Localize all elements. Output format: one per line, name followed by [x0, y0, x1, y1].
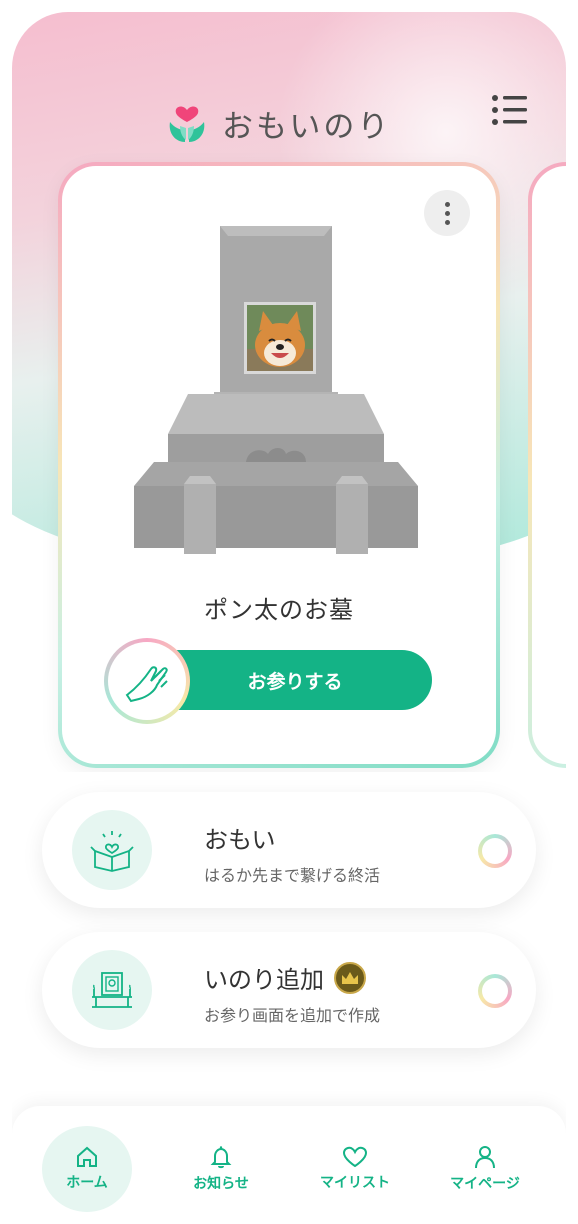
person-icon	[475, 1146, 495, 1169]
grave-card: ポン太のお墓 お参りする	[58, 162, 500, 768]
feature-icon-circle	[72, 810, 152, 890]
tab-home[interactable]: ホーム	[42, 1126, 132, 1212]
praying-hands-icon	[125, 666, 168, 703]
feature-subtitle: はるか先まで繋げる終活	[204, 866, 381, 885]
feature-indicator-ring	[478, 834, 512, 868]
feature-icon-circle	[72, 950, 152, 1030]
app-screen: おもいのり ポン太のお墓 お参りする おもい はるか先まで繋げる終活 いのり追加…	[12, 12, 566, 1224]
bell-icon	[210, 1146, 232, 1169]
gift-box-heart-icon	[90, 831, 134, 872]
feature-subtitle: お参り画面を追加で作成	[204, 1006, 381, 1025]
bottom-tab-bar: ホーム お知らせ マイリスト マイページ	[12, 1106, 566, 1224]
shiba-dog-photo-icon	[247, 305, 313, 371]
list-menu-icon	[492, 95, 527, 125]
feature-title-text: おもい	[204, 826, 276, 854]
home-icon	[77, 1146, 97, 1167]
hero-section: おもいのり ポン太のお墓 お参りする	[12, 12, 566, 772]
crown-icon	[334, 961, 366, 994]
tab-label: マイリスト	[320, 1175, 390, 1191]
heart-icon	[342, 1146, 368, 1168]
tab-mylist[interactable]: マイリスト	[310, 1126, 400, 1212]
tab-label: マイページ	[450, 1176, 520, 1192]
feature-omoi-card[interactable]: おもい はるか先まで繋げる終活	[42, 792, 536, 908]
next-grave-card-peek[interactable]	[528, 162, 566, 768]
tab-mypage[interactable]: マイページ	[440, 1126, 530, 1212]
logo-heart-hands-icon	[169, 106, 205, 142]
menu-list-button[interactable]	[490, 92, 530, 128]
feature-title: おもい	[204, 820, 276, 855]
gravestone-illustration	[134, 226, 418, 554]
feature-title: いのり追加	[204, 960, 366, 995]
more-options-button[interactable]	[424, 190, 470, 236]
feature-title-text: いのり追加	[204, 966, 324, 994]
grave-name: ポン太のお墓	[204, 596, 354, 624]
pet-photo	[244, 302, 316, 374]
app-name: おもいのり	[222, 108, 392, 145]
tab-label: お知らせ	[193, 1176, 249, 1192]
tab-notifications[interactable]: お知らせ	[176, 1126, 266, 1212]
feature-inori-add-card[interactable]: いのり追加 お参り画面を追加で作成	[42, 932, 536, 1048]
tab-label: ホーム	[66, 1175, 108, 1191]
app-logo: おもいのり	[164, 100, 391, 146]
altar-icon	[92, 972, 132, 1008]
pray-hands-badge[interactable]	[104, 638, 190, 724]
feature-indicator-ring	[478, 974, 512, 1008]
